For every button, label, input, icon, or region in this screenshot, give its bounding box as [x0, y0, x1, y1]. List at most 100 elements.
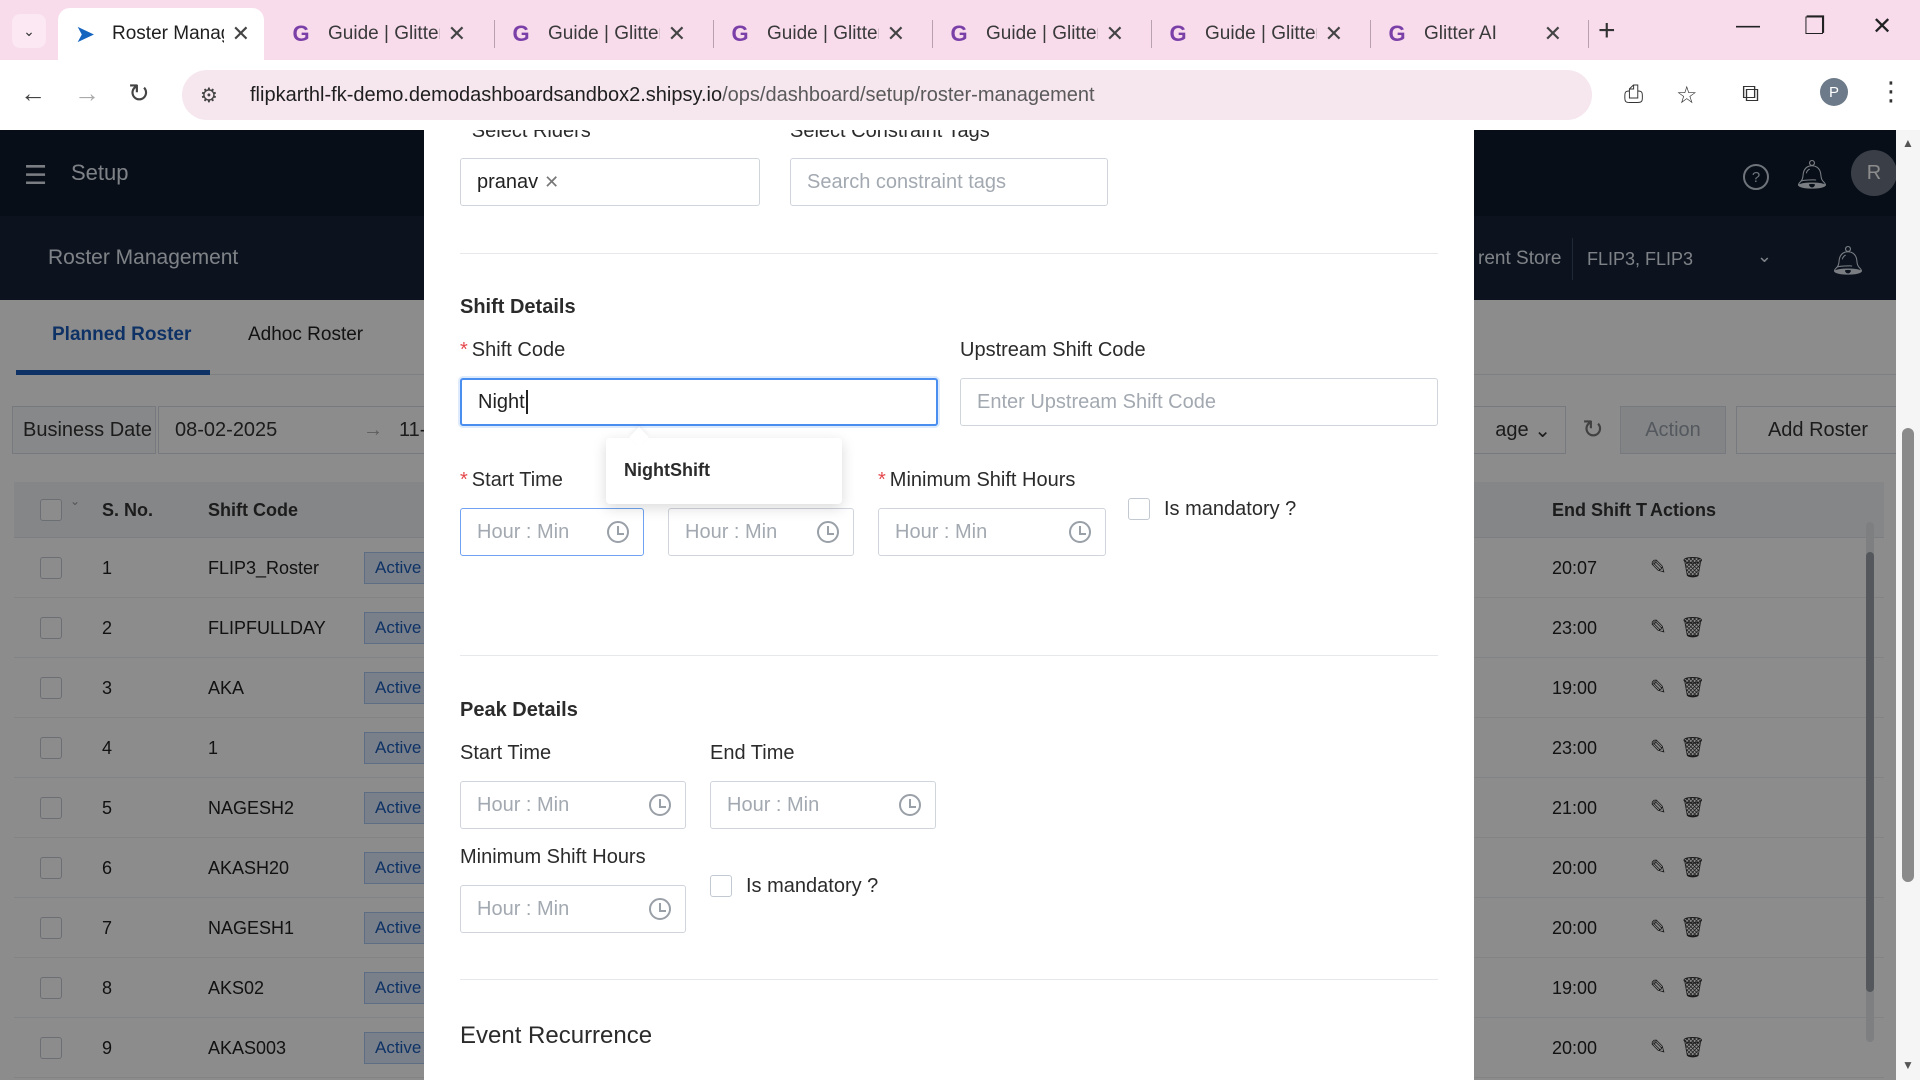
peak-min-hours-label: Minimum Shift Hours	[460, 846, 646, 868]
close-icon[interactable]: ✕	[887, 21, 905, 47]
url-text: flipkarthl-fk-demo.demodashboardsandbox2…	[250, 84, 1095, 107]
site-info-icon[interactable]: ⚙	[200, 83, 230, 108]
select-riders-input[interactable]: pranav ✕	[460, 158, 760, 206]
window-close-icon[interactable]: ✕	[1872, 12, 1892, 41]
forward-arrow-icon[interactable]: →	[74, 78, 100, 109]
page-scrollbar-thumb[interactable]	[1902, 428, 1914, 882]
profile-avatar[interactable]: P	[1820, 78, 1848, 106]
event-recurrence-title: Event Recurrence	[460, 1022, 653, 1049]
close-icon[interactable]: ✕	[232, 21, 250, 47]
rider-chip: pranav ✕	[477, 171, 559, 194]
constraint-tags-label: Select Constraint Tags	[790, 130, 990, 142]
glitter-icon: G	[512, 21, 530, 46]
shift-code-label: * Shift Code	[460, 339, 566, 361]
tab-title: Guide | Glitter	[767, 23, 879, 44]
browser-tab-bar: ⌄ ➤ Roster Manag ✕ G Guide | Glitter ✕ G…	[0, 0, 1920, 60]
clock-icon	[1069, 521, 1091, 543]
rider-chip-label: pranav	[477, 170, 539, 193]
peak-end-time-input[interactable]: Hour : Min	[710, 781, 936, 829]
tab-separator	[1588, 20, 1589, 48]
start-time-input[interactable]: Hour : Min	[460, 508, 644, 556]
divider	[460, 979, 1438, 980]
constraint-tags-input[interactable]: Search constraint tags	[790, 158, 1108, 206]
time-placeholder: Hour : Min	[477, 793, 570, 816]
tab-search-chevron-icon[interactable]: ⌄	[12, 14, 46, 48]
is-mandatory-label: Is mandatory ?	[1164, 498, 1297, 520]
close-icon[interactable]: ✕	[1544, 21, 1562, 47]
clock-icon	[649, 898, 671, 920]
browser-tab-guide-5[interactable]: G Guide | Glitter ✕	[1151, 8, 1357, 60]
address-bar[interactable]: ⚙ flipkarthl-fk-demo.demodashboardsandbo…	[182, 70, 1698, 120]
tab-title: Guide | Glitter	[548, 23, 660, 44]
min-shift-hours-label: * Minimum Shift Hours	[878, 469, 1076, 491]
peak-min-hours-input[interactable]: Hour : Min	[460, 885, 686, 933]
divider	[460, 253, 1438, 254]
scroll-up-arrow-icon[interactable]: ▲	[1902, 136, 1914, 150]
min-shift-hours-label-text: Minimum Shift Hours	[889, 469, 1076, 491]
app-page: ☰ Setup ? 🔔︎ R Roster Management rent St…	[0, 130, 1920, 1080]
glitter-icon: G	[292, 21, 310, 46]
upstream-shift-code-label: Upstream Shift Code	[960, 339, 1146, 361]
bookmark-star-icon[interactable]: ☆	[1676, 81, 1698, 110]
time-placeholder: Hour : Min	[477, 520, 570, 543]
restore-icon[interactable]: ❐	[1804, 12, 1826, 41]
divider	[460, 655, 1438, 656]
tab-title: Glitter AI	[1424, 23, 1497, 44]
select-riders-label: * Select Riders	[460, 130, 591, 143]
browser-tab-guide-4[interactable]: G Guide | Glitter ✕	[932, 8, 1138, 60]
upstream-placeholder: Enter Upstream Shift Code	[977, 390, 1216, 413]
shift-details-title: Shift Details	[460, 296, 576, 318]
shift-code-input[interactable]: Night	[460, 378, 938, 426]
install-app-icon[interactable]: ⎙	[1624, 81, 1643, 109]
close-icon[interactable]: ✕	[1106, 21, 1124, 47]
peak-details-title: Peak Details	[460, 699, 578, 721]
peak-is-mandatory-label: Is mandatory ?	[746, 875, 879, 897]
suggestion-option[interactable]: NightShift	[624, 460, 710, 481]
time-placeholder: Hour : Min	[895, 520, 988, 543]
browser-tab-guide-3[interactable]: G Guide | Glitter ✕	[713, 8, 919, 60]
tab-title: Guide | Glitter	[1205, 23, 1317, 44]
shift-code-value: Night	[478, 390, 525, 413]
new-tab-plus-icon[interactable]: +	[1598, 14, 1616, 48]
back-arrow-icon[interactable]: ←	[20, 78, 46, 109]
tab-title: Guide | Glitter	[986, 23, 1098, 44]
constraint-tags-placeholder: Search constraint tags	[807, 170, 1006, 193]
peak-is-mandatory-checkbox[interactable]	[710, 875, 732, 897]
end-time-input[interactable]: Hour : Min	[668, 508, 854, 556]
glitter-icon: G	[1388, 21, 1406, 46]
browser-tab-guide-2[interactable]: G Guide | Glitter ✕	[494, 8, 700, 60]
clock-icon	[607, 521, 629, 543]
page-scrollbar[interactable]: ▲ ▼	[1896, 130, 1920, 1080]
start-time-label: * Start Time	[460, 469, 563, 491]
close-icon[interactable]: ✕	[668, 21, 686, 47]
chip-close-icon[interactable]: ✕	[544, 172, 559, 193]
browser-tab-glitter-ai[interactable]: G Glitter AI ✕	[1370, 8, 1576, 60]
upstream-shift-code-input[interactable]: Enter Upstream Shift Code	[960, 378, 1438, 426]
browser-tab-guide-1[interactable]: G Guide | Glitter ✕	[274, 8, 480, 60]
add-roster-modal: * Select Riders Select Constraint Tags pr…	[424, 130, 1474, 1080]
reload-icon[interactable]: ↻	[128, 78, 150, 109]
tab-title: Guide | Glitter	[328, 23, 440, 44]
peak-end-time-label: End Time	[710, 742, 795, 764]
glitter-icon: G	[950, 21, 968, 46]
peak-start-time-label: Start Time	[460, 742, 552, 764]
clock-icon	[649, 794, 671, 816]
extensions-puzzle-icon[interactable]: ⧉	[1742, 80, 1759, 108]
scroll-down-arrow-icon[interactable]: ▼	[1902, 1058, 1914, 1072]
time-placeholder: Hour : Min	[727, 793, 820, 816]
min-shift-hours-input[interactable]: Hour : Min	[878, 508, 1106, 556]
text-caret	[525, 390, 528, 414]
is-mandatory-checkbox[interactable]	[1128, 498, 1150, 520]
browser-menu-icon[interactable]: ⋮	[1878, 76, 1904, 107]
close-icon[interactable]: ✕	[1325, 21, 1343, 47]
start-time-label-text: Start Time	[471, 469, 563, 491]
tab-title: Roster Manag	[112, 23, 224, 44]
peak-start-time-input[interactable]: Hour : Min	[460, 781, 686, 829]
browser-tab-roster[interactable]: ➤ Roster Manag ✕	[58, 8, 264, 60]
minimize-icon[interactable]: —	[1736, 12, 1760, 40]
url-path: /ops/dashboard/setup/roster-management	[722, 83, 1095, 106]
shift-code-label-text: Shift Code	[471, 339, 566, 361]
url-host: flipkarthl-fk-demo.demodashboardsandbox2…	[250, 83, 723, 106]
glitter-icon: G	[1169, 21, 1187, 46]
close-icon[interactable]: ✕	[448, 21, 466, 47]
